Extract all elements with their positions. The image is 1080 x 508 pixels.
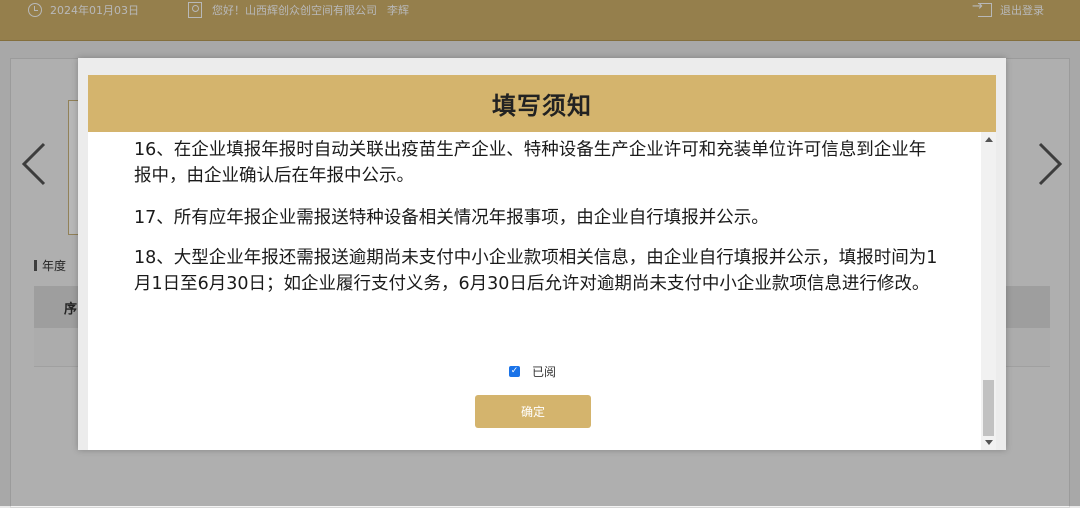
read-checkbox-label[interactable]: 已阅: [532, 363, 556, 380]
read-checkbox[interactable]: ✓: [509, 366, 520, 377]
dialog-title: 填写须知: [492, 92, 592, 120]
dialog-scrollbar[interactable]: [981, 132, 996, 450]
read-confirm-row: ✓ 已阅: [509, 363, 556, 380]
confirm-button[interactable]: 确定: [475, 395, 591, 428]
notice-item-18: 18、大型企业年报还需报送逾期尚未支付中小企业款项相关信息，由企业自行填报并公示…: [134, 248, 938, 294]
notice-dialog-content: 填写须知 16、在企业填报年报时自动关联出疫苗生产企业、特种设备生产企业许可和充…: [88, 75, 996, 450]
dialog-header: 填写须知: [88, 75, 996, 132]
notice-item-17: 17、所有应年报企业需报送特种设备相关情况年报事项，由企业自行填报并公示。: [134, 208, 769, 228]
dialog-body: 16、在企业填报年报时自动关联出疫苗生产企业、特种设备生产企业许可和充装单位许可…: [88, 132, 981, 450]
notice-item-16: 16、在企业填报年报时自动关联出疫苗生产企业、特种设备生产企业许可和充装单位许可…: [134, 140, 927, 186]
scroll-down-arrow-icon[interactable]: [985, 440, 993, 445]
scroll-up-arrow-icon[interactable]: [985, 137, 993, 142]
notice-dialog: 填写须知 16、在企业填报年报时自动关联出疫苗生产企业、特种设备生产企业许可和充…: [78, 58, 1006, 450]
scroll-thumb[interactable]: [983, 380, 994, 436]
